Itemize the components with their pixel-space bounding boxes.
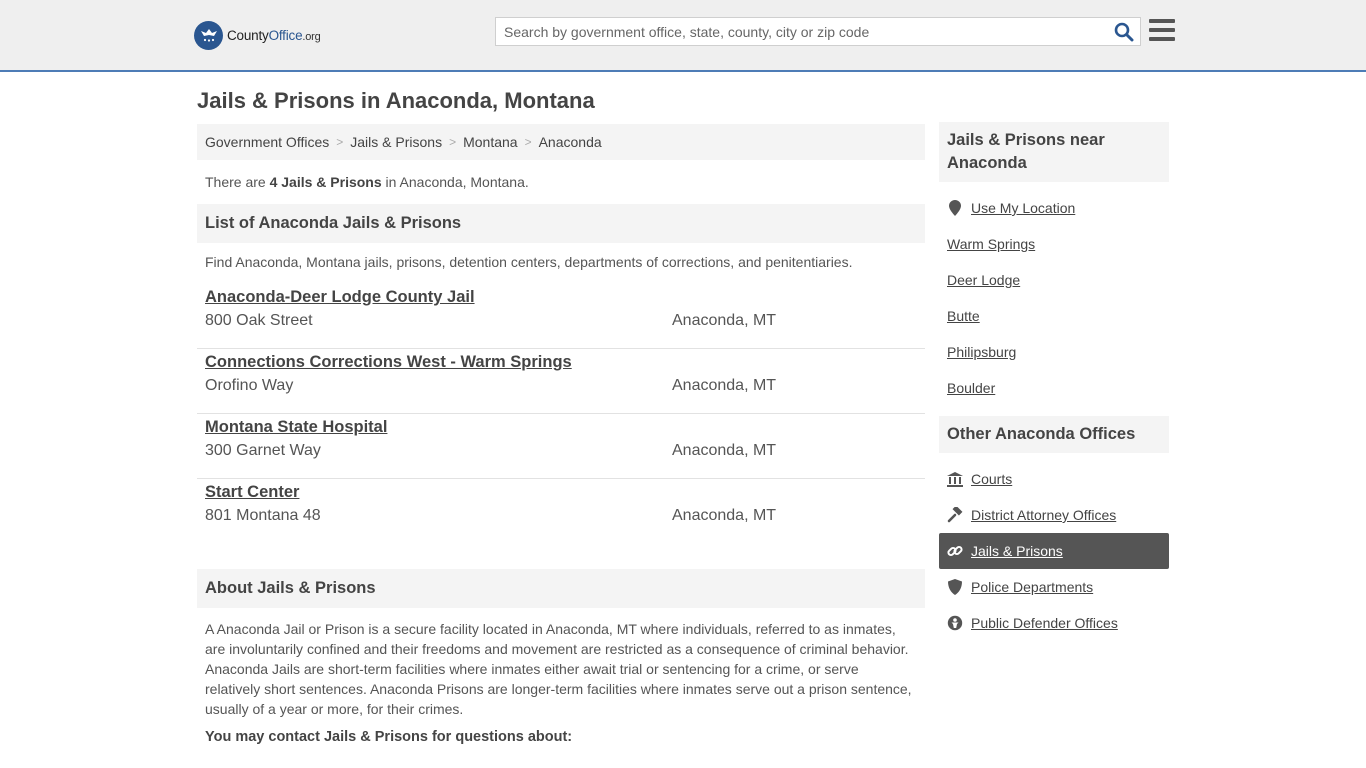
gavel-icon [947, 507, 963, 523]
about-paragraph: A Anaconda Jail or Prison is a secure fa… [205, 621, 912, 717]
sidebar-item-police[interactable]: Police Departments [939, 569, 1169, 605]
breadcrumb-separator-icon: > [449, 135, 457, 149]
nearby-item-boulder[interactable]: Boulder [939, 370, 1169, 406]
courthouse-icon [947, 471, 963, 487]
office-name-link[interactable]: Anaconda-Deer Lodge County Jail [205, 288, 475, 307]
person-circle-icon [947, 615, 963, 631]
sidebar-item-jails-prisons[interactable]: Jails & Prisons [939, 533, 1169, 569]
logo-wordmark: CountyOffice.org [227, 27, 321, 43]
search-input[interactable] [496, 18, 1106, 45]
nearby-link[interactable]: Warm Springs [947, 236, 1035, 252]
nearby-item-deer-lodge[interactable]: Deer Lodge [939, 262, 1169, 298]
sidebar-item-district-attorney[interactable]: District Attorney Offices [939, 497, 1169, 533]
nearby-item-warm-springs[interactable]: Warm Springs [939, 226, 1169, 262]
main-content: Government Offices > Jails & Prisons > M… [197, 124, 925, 745]
use-my-location-link[interactable]: Use My Location [971, 200, 1075, 216]
breadcrumb: Government Offices > Jails & Prisons > M… [197, 124, 925, 160]
hamburger-menu-icon[interactable] [1149, 19, 1175, 41]
nearby-list: Use My Location Warm Springs Deer Lodge … [939, 190, 1169, 406]
result-count-text: There are 4 Jails & Prisons in Anaconda,… [205, 174, 529, 190]
list-item: Montana State Hospital 300 Garnet Way An… [197, 414, 925, 479]
office-name-link[interactable]: Connections Corrections West - Warm Spri… [205, 353, 572, 372]
nearby-link[interactable]: Deer Lodge [947, 272, 1020, 288]
site-header: CountyOffice.org [0, 0, 1366, 72]
sidebar-item-courts[interactable]: Courts [939, 461, 1169, 497]
office-address: 801 Montana 48 [205, 507, 321, 524]
other-offices-heading: Other Anaconda Offices [939, 416, 1169, 453]
breadcrumb-separator-icon: > [336, 135, 344, 149]
nearby-item-philipsburg[interactable]: Philipsburg [939, 334, 1169, 370]
office-name-link[interactable]: Start Center [205, 483, 299, 502]
sidebar-item-public-defender[interactable]: Public Defender Offices [939, 605, 1169, 641]
breadcrumb-separator-icon: > [524, 135, 532, 149]
search-icon[interactable] [1114, 22, 1134, 42]
district-attorney-link[interactable]: District Attorney Offices [971, 507, 1116, 523]
breadcrumb-montana[interactable]: Montana [463, 134, 517, 150]
list-item: Start Center 801 Montana 48 Anaconda, MT [197, 479, 925, 544]
contact-questions-heading: You may contact Jails & Prisons for ques… [205, 729, 573, 745]
location-pin-icon [947, 200, 963, 216]
courts-link[interactable]: Courts [971, 471, 1012, 487]
nearby-item-use-my-location[interactable]: Use My Location [939, 190, 1169, 226]
list-section-heading: List of Anaconda Jails & Prisons [197, 204, 925, 243]
office-address: Orofino Way [205, 377, 294, 394]
office-city: Anaconda, MT [672, 442, 777, 459]
page-title: Jails & Prisons in Anaconda, Montana [197, 88, 595, 113]
public-defender-link[interactable]: Public Defender Offices [971, 615, 1118, 631]
office-name-link[interactable]: Montana State Hospital [205, 418, 387, 437]
office-city: Anaconda, MT [672, 377, 777, 394]
office-address: 300 Garnet Way [205, 442, 321, 459]
shield-icon [947, 579, 963, 595]
other-offices-list: Courts District Attorney Offices Jails &… [939, 461, 1169, 641]
list-item: Connections Corrections West - Warm Spri… [197, 349, 925, 414]
chain-link-icon [947, 543, 963, 559]
office-city: Anaconda, MT [672, 507, 777, 524]
breadcrumb-government-offices[interactable]: Government Offices [205, 134, 329, 150]
office-address: 800 Oak Street [205, 312, 313, 329]
list-description: Find Anaconda, Montana jails, prisons, d… [205, 254, 853, 270]
breadcrumb-jails-prisons[interactable]: Jails & Prisons [350, 134, 442, 150]
police-departments-link[interactable]: Police Departments [971, 579, 1093, 595]
sidebar: Jails & Prisons near Anaconda Use My Loc… [939, 122, 1169, 641]
office-list: Anaconda-Deer Lodge County Jail 800 Oak … [197, 284, 925, 544]
nearby-heading: Jails & Prisons near Anaconda [939, 122, 1169, 182]
nearby-link[interactable]: Philipsburg [947, 344, 1016, 360]
site-logo[interactable]: CountyOffice.org [194, 20, 321, 50]
office-city: Anaconda, MT [672, 312, 777, 329]
search-box [495, 17, 1141, 46]
nearby-link[interactable]: Boulder [947, 380, 995, 396]
nearby-item-butte[interactable]: Butte [939, 298, 1169, 334]
list-item: Anaconda-Deer Lodge County Jail 800 Oak … [197, 284, 925, 349]
jails-prisons-link[interactable]: Jails & Prisons [971, 543, 1063, 559]
about-section-heading: About Jails & Prisons [197, 569, 925, 608]
breadcrumb-anaconda[interactable]: Anaconda [539, 134, 602, 150]
nearby-link[interactable]: Butte [947, 308, 980, 324]
eagle-seal-icon [194, 20, 223, 50]
